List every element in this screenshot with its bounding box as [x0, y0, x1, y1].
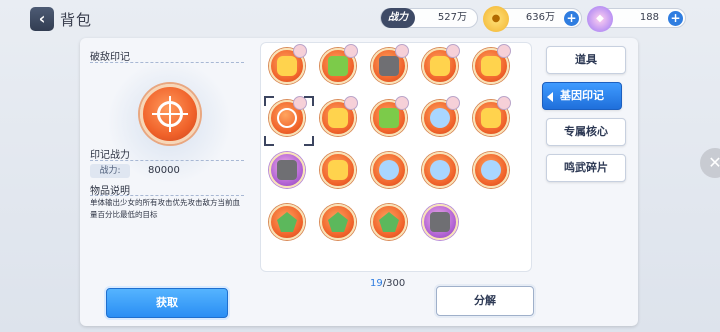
power-display: 战力 527万: [380, 8, 478, 28]
seal-orange-10-icon[interactable]: [473, 96, 511, 136]
item-count: 19/300: [370, 278, 405, 289]
crosshair-icon: [152, 96, 188, 132]
divider: [90, 160, 244, 161]
divider: [90, 195, 244, 196]
seal-orange-7-icon[interactable]: [320, 96, 358, 136]
seal-orange-8-icon[interactable]: [371, 96, 409, 136]
seal-orange-12-icon[interactable]: [320, 152, 356, 188]
tab-items[interactable]: 道具: [546, 46, 626, 74]
character-portrait-icon: [395, 44, 409, 58]
gold-display: ● 636万 +: [483, 6, 582, 32]
seal-glyph: [277, 160, 297, 180]
seal-glyph: [430, 160, 450, 180]
gem-icon: ◆: [587, 6, 613, 32]
seal-orange-2-icon[interactable]: [320, 44, 358, 84]
seal-glyph: [328, 56, 348, 76]
seal-orange-5-icon[interactable]: [473, 44, 511, 84]
seal-glyph: [481, 160, 501, 180]
seal-orange-4-icon[interactable]: [422, 44, 460, 84]
gem-display: ◆ 188 +: [587, 6, 686, 32]
power-label: 战力: [381, 8, 415, 28]
item-count-total: /300: [382, 278, 406, 289]
item-name: 破敌印记: [90, 52, 130, 63]
back-button[interactable]: ‹: [30, 7, 54, 31]
character-portrait-icon: [293, 44, 307, 58]
seal-glyph: [328, 160, 348, 180]
seal-orange-1-icon[interactable]: [269, 44, 307, 84]
seal-glyph: [277, 212, 297, 232]
gold-value: 636万: [525, 12, 555, 23]
seal-purple-1-icon[interactable]: [269, 152, 305, 188]
selection-frame: [264, 96, 314, 146]
seal-glyph: [430, 108, 450, 128]
seal-glyph: [481, 108, 501, 128]
seal-orange-9-icon[interactable]: [422, 96, 460, 136]
gold-coin-icon: ●: [483, 6, 509, 32]
seal-glyph: [379, 108, 399, 128]
seal-orange-17-icon[interactable]: [320, 204, 356, 240]
add-gem-button[interactable]: +: [668, 11, 683, 26]
seal-orange-3-icon[interactable]: [371, 44, 409, 84]
seal-power-value: 80000: [148, 165, 180, 176]
decompose-button[interactable]: 分解: [436, 286, 534, 316]
seal-orange-13-icon[interactable]: [371, 152, 407, 188]
target-seal-icon: [140, 84, 200, 144]
back-arrow-icon: ‹: [38, 9, 46, 28]
page-title: 背包: [60, 11, 93, 29]
tab-gene-seal[interactable]: 基因印记: [542, 82, 622, 110]
seal-grid: [260, 42, 532, 272]
close-icon[interactable]: ✕: [700, 148, 720, 178]
power-section-title: 印记战力: [90, 150, 130, 161]
seal-orange-15-icon[interactable]: [473, 152, 509, 188]
character-portrait-icon: [344, 96, 358, 110]
tab-exclusive-core[interactable]: 专属核心: [546, 118, 626, 146]
item-description: 单体输出少女的所有攻击优先攻击敌方当前血量百分比最低的目标: [90, 198, 240, 219]
character-portrait-icon: [497, 96, 511, 110]
seal-orange-16-icon[interactable]: [269, 204, 305, 240]
character-portrait-icon: [395, 96, 409, 110]
top-bar: ‹ 背包 战力 527万 ● 636万 + ◆ 188 +: [0, 0, 720, 38]
gem-value: 188: [639, 12, 659, 23]
item-count-current: 19: [370, 278, 383, 289]
seal-glyph: [430, 212, 450, 232]
character-portrait-icon: [344, 44, 358, 58]
seal-glyph: [481, 56, 501, 76]
detail-pane: 破敌印记 印记战力 战力: 80000 物品说明 单体输出少女的所有攻击优先攻击…: [84, 42, 252, 278]
seal-glyph: [328, 212, 348, 232]
power-chip: 战力:: [90, 164, 130, 178]
seal-glyph: [328, 108, 348, 128]
seal-orange-18-icon[interactable]: [371, 204, 407, 240]
power-row: 战力: 80000: [90, 164, 240, 178]
seal-glyph: [277, 56, 297, 76]
seal-glyph: [379, 160, 399, 180]
obtain-button[interactable]: 获取: [106, 288, 228, 318]
seal-glyph: [430, 56, 450, 76]
character-portrait-icon: [446, 44, 460, 58]
seal-glyph: [379, 212, 399, 232]
add-gold-button[interactable]: +: [564, 11, 579, 26]
character-portrait-icon: [446, 96, 460, 110]
character-portrait-icon: [497, 44, 511, 58]
seal-glyph: [379, 56, 399, 76]
seal-purple-2-icon[interactable]: [422, 204, 458, 240]
seal-orange-14-icon[interactable]: [422, 152, 458, 188]
power-value: 527万: [437, 12, 467, 23]
tab-weapon-fragments[interactable]: 鸣武碎片: [546, 154, 626, 182]
